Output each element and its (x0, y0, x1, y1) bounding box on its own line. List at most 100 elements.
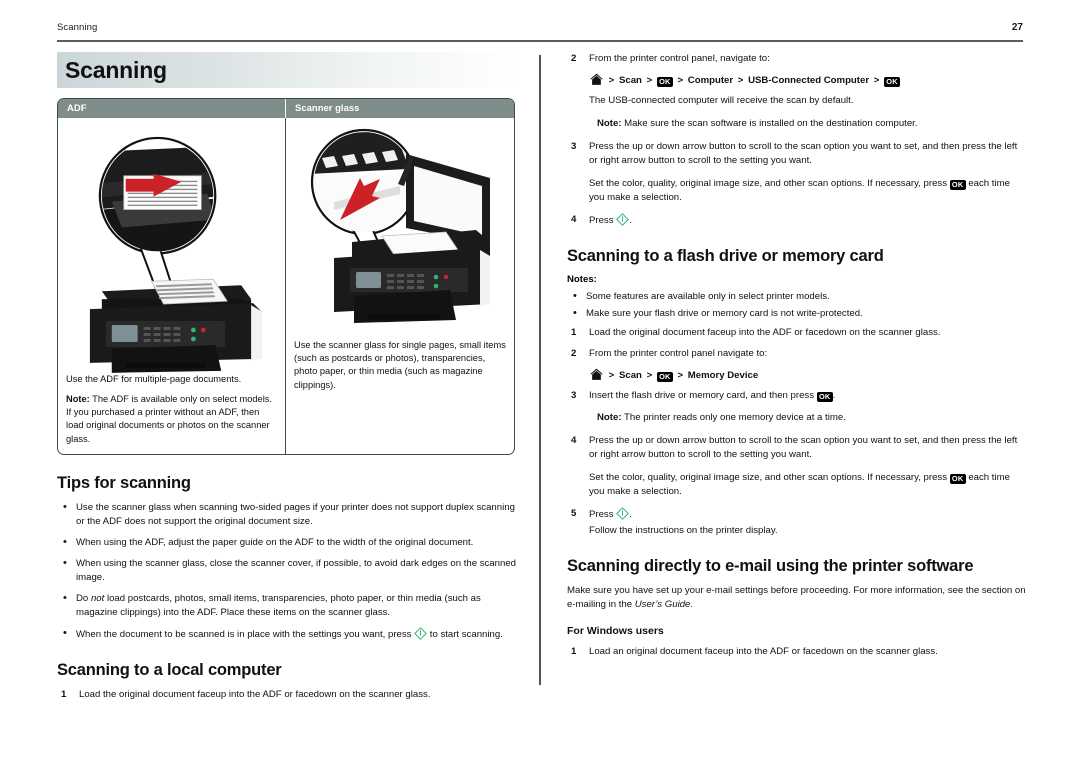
adf-note-label: Note: (66, 394, 90, 405)
tips-donot-emphasis: not (90, 592, 105, 604)
media-table-header-row: ADF Scanner glass (58, 99, 514, 118)
step-extra-prefix: Set the color, quality, original image s… (589, 472, 950, 483)
ok-key-icon: OK (656, 372, 673, 382)
flash-drive-step-1: 1 Load the original document faceup into… (567, 326, 1027, 340)
local-computer-step-1: 1 Load the original document faceup into… (57, 688, 519, 702)
ok-key-icon: OK (949, 474, 966, 484)
page-number: 27 (1011, 22, 1023, 33)
step-text: From the printer control panel navigate … (589, 348, 768, 359)
ok-key-icon: OK (949, 180, 966, 190)
flash-drive-notes-list: Some features are available only in sele… (567, 289, 1027, 321)
list-item: Make sure your flash drive or memory car… (567, 306, 1027, 321)
left-column: Scanning ADF Scanner glass Use the ADF f… (57, 52, 519, 709)
flash-drive-step-5: 5 Press . (567, 507, 1027, 522)
column-divider (539, 55, 541, 685)
note-label: Note: (597, 412, 622, 423)
flash-drive-step-4: 4 Press the up or down arrow button to s… (567, 434, 1027, 462)
chapter-title: Scanning (65, 56, 167, 83)
step-text: Load the original document faceup into t… (79, 688, 431, 700)
adf-usage-line: Use the ADF for multiple-page documents. (66, 373, 242, 384)
step-text: Load the original document faceup into t… (589, 327, 941, 338)
media-table-cell-adf: Use the ADF for multiple-page documents.… (58, 118, 286, 454)
tips-heading: Tips for scanning (57, 473, 191, 492)
path-separator: > (608, 370, 615, 381)
path-separator: > (677, 75, 684, 86)
local-computer-step-3-extra: Set the color, quality, original image s… (589, 177, 1027, 205)
tips-donot-suffix: load postcards, photos, small items, tra… (76, 592, 481, 618)
list-item: When using the scanner glass, close the … (57, 556, 519, 585)
step-number: 3 (571, 141, 577, 152)
media-table: ADF Scanner glass Use the ADF for multip… (57, 98, 515, 455)
right-column: 2 From the printer control panel, naviga… (567, 52, 1027, 666)
media-table-cell-scanner-glass: Use the scanner glass for single pages, … (286, 118, 514, 454)
navigation-path-memory-device: > Scan > OK > Memory Device (589, 368, 1027, 384)
path-separator: > (646, 370, 653, 381)
step-text: Press the up or down arrow button to scr… (589, 141, 1018, 166)
path-item-memory-device: Memory Device (687, 370, 759, 381)
email-intro: Make sure you have set up your e-mail se… (567, 584, 1027, 612)
media-table-body: Use the ADF for multiple-page documents.… (58, 118, 514, 454)
tips-last-suffix: to start scanning. (427, 628, 503, 640)
step-number: 4 (571, 435, 577, 446)
flash-drive-notes-label: Notes: (567, 274, 597, 285)
chapter-title-band: Scanning (57, 52, 519, 88)
start-button-icon (616, 213, 630, 226)
path-separator: > (873, 75, 880, 86)
path-separator: > (677, 370, 684, 381)
local-computer-note: Note: Make sure the scan software is ins… (597, 117, 1027, 131)
adf-note-text: The ADF is available only on select mode… (66, 394, 273, 444)
step-text: Load an original document faceup into th… (589, 646, 938, 657)
path-item-usb-connected-computer: USB-Connected Computer (748, 75, 870, 86)
local-computer-step-4: 4 Press . (567, 213, 1027, 228)
flash-drive-note: Note: The printer reads only one memory … (597, 411, 1027, 425)
path-item-scan: Scan (618, 75, 642, 86)
header-rule (57, 40, 1023, 42)
scanner-glass-usage-line: Use the scanner glass for single pages, … (294, 340, 506, 390)
email-heading: Scanning directly to e-mail using the pr… (567, 557, 974, 575)
path-item-computer: Computer (687, 75, 734, 86)
flash-drive-step-4-extra: Set the color, quality, original image s… (589, 471, 1027, 499)
flash-drive-step-2: 2 From the printer control panel navigat… (567, 347, 1027, 361)
ok-key-icon: OK (656, 77, 673, 87)
path-separator: > (646, 75, 653, 86)
running-header-title: Scanning (57, 22, 98, 33)
step-text-prefix: Press (589, 509, 617, 520)
list-item: Use the scanner glass when scanning two-… (57, 500, 519, 529)
email-intro-suffix: . (690, 599, 694, 610)
tips-last-prefix: When the document to be scanned is in pl… (76, 628, 415, 640)
email-intro-emphasis: User’s Guide (634, 599, 691, 610)
step-number: 3 (571, 390, 577, 401)
list-item: When using the ADF, adjust the paper gui… (57, 535, 519, 550)
ok-key-icon: OK (884, 77, 901, 87)
printer-body (89, 278, 262, 373)
start-button-icon (414, 626, 427, 640)
email-step-1: 1 Load an original document faceup into … (567, 645, 1027, 659)
local-computer-step-3: 3 Press the up or down arrow button to s… (567, 140, 1027, 168)
local-computer-after-nav: The USB-connected computer will receive … (589, 95, 854, 106)
navigation-path-usb: > Scan > OK > Computer > USB-Connected C… (589, 73, 1027, 89)
step-number: 1 (61, 688, 67, 700)
adf-cell-text: Use the ADF for multiple-page documents.… (66, 373, 277, 446)
tips-list: Use the scanner glass when scanning two-… (57, 500, 519, 642)
list-item: Do not load postcards, photos, small ite… (57, 591, 519, 620)
step-text-suffix: . (629, 509, 632, 520)
local-computer-step-2: 2 From the printer control panel, naviga… (567, 52, 1027, 66)
step-number: 1 (571, 327, 577, 338)
home-icon (590, 368, 603, 380)
step-text-prefix: Insert the flash drive or memory card, a… (589, 390, 817, 401)
step-extra-prefix: Set the color, quality, original image s… (589, 178, 950, 189)
adf-printer-illustration (89, 136, 262, 373)
home-icon (590, 73, 603, 85)
step-text-prefix: Press (589, 215, 617, 226)
note-text: Make sure the scan software is installed… (621, 118, 918, 129)
list-item: When the document to be scanned is in pl… (57, 626, 519, 642)
path-item-scan: Scan (618, 370, 642, 381)
ok-key-icon: OK (816, 392, 833, 402)
step-text-suffix: . (832, 390, 836, 401)
step-number: 2 (571, 53, 577, 64)
flash-drive-heading: Scanning to a flash drive or memory card (567, 247, 884, 265)
adf-note: Note: The ADF is available only on selec… (66, 393, 277, 446)
step-number: 2 (571, 348, 577, 359)
list-item: Some features are available only in sele… (567, 289, 1027, 304)
step-text-suffix: . (629, 215, 632, 226)
